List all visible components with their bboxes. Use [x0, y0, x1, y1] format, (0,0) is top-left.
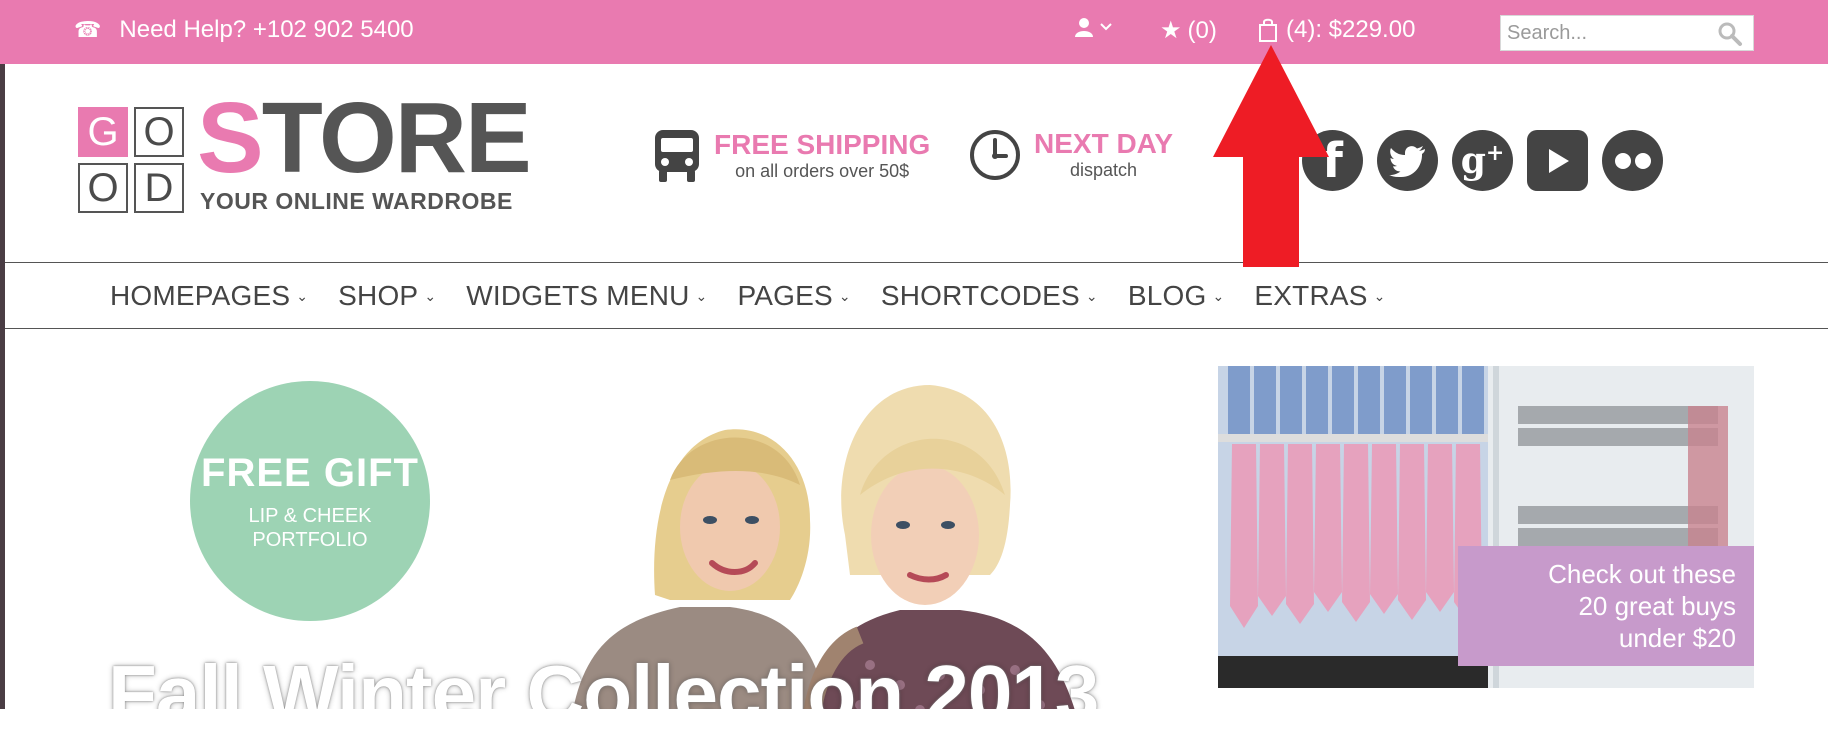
- chevron-down-icon: ⌄: [424, 288, 437, 304]
- promo-line: under $20: [1618, 623, 1736, 653]
- top-bar: ☎ Need Help? +102 902 5400 ★ (0) (4): $2…: [0, 0, 1828, 64]
- wishlist-count: (0): [1187, 16, 1217, 44]
- chevron-down-icon: ⌄: [838, 288, 851, 304]
- nav-item-label: WIDGETS MENU: [466, 279, 690, 311]
- twitter-icon[interactable]: [1377, 130, 1438, 191]
- help-contact: ☎ Need Help? +102 902 5400: [74, 16, 414, 44]
- logo-letter: O: [78, 163, 128, 213]
- shopping-bag-icon: [1259, 18, 1277, 42]
- user-icon: [1075, 18, 1093, 37]
- logo-store-rest: TORE: [261, 82, 532, 194]
- main-nav: HOMEPAGES ⌄ SHOP ⌄ WIDGETS MENU ⌄ PAGES ⌄ SH…: [5, 262, 1828, 329]
- logo-store-text[interactable]: STORE: [197, 88, 532, 188]
- page: ☎ Need Help? +102 902 5400 ★ (0) (4): $2…: [0, 0, 1828, 729]
- chevron-down-icon: ⌄: [296, 288, 309, 304]
- nav-item-label: SHORTCODES: [880, 279, 1080, 311]
- cart-link[interactable]: (4): $229.00: [1258, 16, 1415, 44]
- feature-subtitle: dispatch: [1069, 160, 1138, 180]
- chevron-down-icon: [1100, 23, 1112, 31]
- cart-summary: (4): $229.00: [1286, 16, 1416, 43]
- chevron-down-icon: ⌄: [1212, 288, 1225, 304]
- phone-icon: ☎: [74, 17, 102, 42]
- promo-line: Check out these: [1548, 559, 1736, 589]
- left-edge: [0, 60, 5, 729]
- chevron-down-icon: ⌄: [1085, 288, 1098, 304]
- logo-store-s: S: [197, 82, 264, 194]
- feature-title: NEXT DAY: [1034, 128, 1174, 159]
- feature-title: FREE SHIPPING: [714, 129, 931, 160]
- nav-item-homepages[interactable]: HOMEPAGES ⌄: [110, 280, 308, 312]
- gift-title: FREE GIFT: [201, 450, 419, 495]
- search-box: [1500, 15, 1754, 51]
- logo-grid[interactable]: G O O D: [78, 107, 186, 215]
- clock-icon: [970, 130, 1020, 180]
- help-text: Need Help? +102 902 5400: [119, 16, 414, 43]
- annotation-arrow-up-icon: [1213, 45, 1329, 267]
- free-gift-badge[interactable]: FREE GIFT LIP & CHEEK PORTFOLIO: [190, 381, 430, 621]
- nav-item-label: EXTRAS: [1254, 279, 1368, 311]
- nav-item-label: BLOG: [1127, 279, 1207, 311]
- account-menu[interactable]: [1073, 16, 1113, 38]
- search-input[interactable]: [1505, 16, 1709, 50]
- flickr-icon[interactable]: [1602, 130, 1663, 191]
- nav-item-label: HOMEPAGES: [110, 279, 291, 311]
- logo-letter: O: [134, 107, 184, 157]
- gift-line: LIP & CHEEK: [248, 504, 372, 527]
- logo-letter: D: [134, 163, 184, 213]
- nav-item-extras[interactable]: EXTRAS ⌄: [1254, 280, 1385, 312]
- star-icon: ★: [1160, 17, 1182, 44]
- logo-tagline: YOUR ONLINE WARDROBE: [200, 188, 513, 214]
- feature-next-day: NEXT DAY dispatch: [968, 128, 1173, 182]
- wishlist-link[interactable]: ★ (0): [1160, 16, 1217, 45]
- promo-label: Check out these 20 great buys under $20: [1458, 546, 1754, 666]
- google-plus-icon[interactable]: g +: [1452, 130, 1513, 191]
- logo-letter: G: [78, 107, 128, 157]
- nav-item-blog[interactable]: BLOG ⌄: [1128, 280, 1225, 312]
- gift-line: PORTFOLIO: [252, 528, 368, 551]
- bus-icon: [655, 130, 699, 182]
- youtube-icon[interactable]: [1527, 130, 1588, 191]
- content-cutoff: [0, 709, 1828, 729]
- feature-free-shipping: FREE SHIPPING on all orders over 50$: [652, 128, 930, 184]
- nav-item-shortcodes[interactable]: SHORTCODES ⌄: [881, 280, 1098, 312]
- nav-item-widgets-menu[interactable]: WIDGETS MENU ⌄: [466, 280, 707, 312]
- chevron-down-icon: ⌄: [1373, 288, 1386, 304]
- search-icon[interactable]: [1717, 21, 1743, 47]
- promo-banner[interactable]: Check out these 20 great buys under $20: [1218, 366, 1754, 688]
- nav-item-label: SHOP: [338, 279, 419, 311]
- nav-item-label: PAGES: [737, 279, 833, 311]
- nav-item-pages[interactable]: PAGES ⌄: [737, 280, 850, 312]
- social-links: f g +: [1302, 130, 1663, 191]
- chevron-down-icon: ⌄: [695, 288, 708, 304]
- promo-line: 20 great buys: [1578, 591, 1736, 621]
- nav-item-shop[interactable]: SHOP ⌄: [338, 280, 436, 312]
- feature-subtitle: on all orders over 50$: [735, 161, 910, 181]
